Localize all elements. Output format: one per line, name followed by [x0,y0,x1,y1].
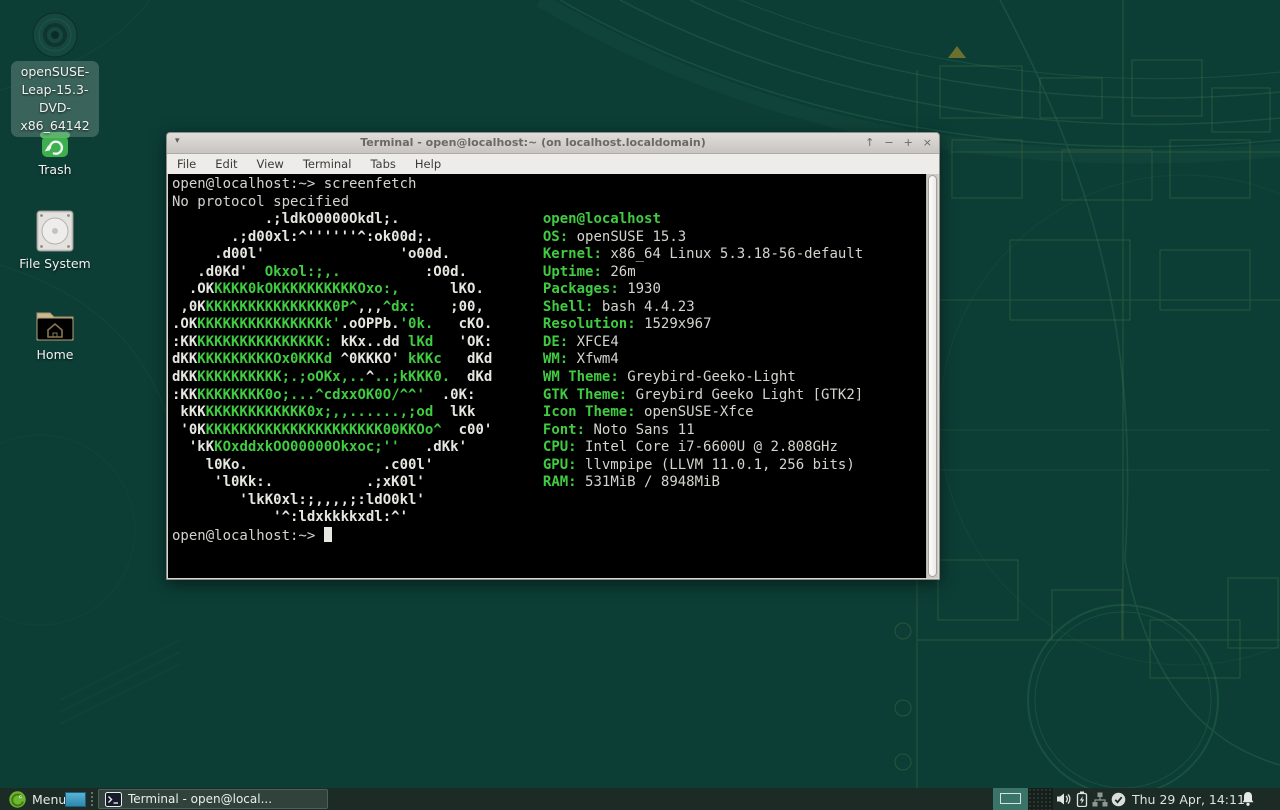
hard-drive-icon [36,210,74,252]
minimize-button[interactable]: − [884,135,893,151]
desktop-icon-filesystem[interactable]: File System [10,210,100,273]
opensuse-gecko-icon [8,790,27,809]
desktop-icon-trash[interactable]: Trash [10,130,100,179]
close-button[interactable]: × [923,135,932,151]
updates-icon[interactable] [1111,788,1126,810]
workspace-switcher-active[interactable] [993,788,1028,810]
menu-terminal[interactable]: Terminal [303,157,352,171]
shade-button[interactable]: ↑ [865,135,874,151]
window-menu-icon[interactable]: ▾ [175,136,180,146]
workspace-window-outline [1000,793,1021,804]
menu-file[interactable]: File [177,157,196,171]
desktop-icon-label-filesystem: File System [19,255,91,273]
desktop-icon-home[interactable]: Home [10,305,100,364]
panel-handle[interactable] [91,792,95,806]
workspace-switcher-2[interactable] [1028,788,1053,810]
menu-edit[interactable]: Edit [215,157,237,171]
desktop-icon-dvd[interactable]: openSUSE-Leap-15.3-DVD-x86_64142 [10,12,100,137]
taskbar: Menu Terminal - open@local... [0,788,1280,810]
terminal-window: ▾ Terminal - open@localhost:~ (on localh… [166,132,940,580]
applications-menu-button[interactable]: Menu [4,788,70,810]
menu-help[interactable]: Help [415,157,441,171]
workspace-thumbnail[interactable] [65,792,86,807]
terminal-output: open@localhost:~> screenfetch No protoco… [172,176,863,545]
volume-icon[interactable] [1056,788,1072,810]
task-button-label: Terminal - open@local... [128,792,272,806]
desktop-icon-label-trash: Trash [38,161,71,179]
terminal-viewport[interactable]: open@localhost:~> screenfetch No protoco… [168,174,938,578]
scrollbar-thumb[interactable] [928,175,937,577]
maximize-button[interactable]: + [904,135,913,151]
window-title: Terminal - open@localhost:~ (on localhos… [207,136,859,149]
network-icon[interactable] [1092,788,1108,810]
desktop-icon-label-home: Home [37,346,74,364]
menu-view[interactable]: View [257,157,284,171]
scrollbar[interactable] [926,174,938,578]
titlebar[interactable]: ▾ Terminal - open@localhost:~ (on localh… [167,133,939,154]
desktop-icon-label-dvd: openSUSE-Leap-15.3-DVD-x86_64142 [11,61,99,137]
terminal-app-icon [105,792,122,807]
task-button-terminal[interactable]: Terminal - open@local... [98,789,328,809]
notification-bell-icon[interactable] [1241,788,1255,810]
home-folder-icon [34,305,76,343]
terminal-cursor [324,527,332,542]
menu-tabs[interactable]: Tabs [370,157,395,171]
menu-button-label: Menu [32,792,66,807]
menubar: File Edit View Terminal Tabs Help [167,154,939,175]
dvd-disc-icon [32,12,78,58]
battery-icon[interactable] [1076,788,1088,810]
clock[interactable]: Thu 29 Apr, 14:11 [1132,788,1245,810]
